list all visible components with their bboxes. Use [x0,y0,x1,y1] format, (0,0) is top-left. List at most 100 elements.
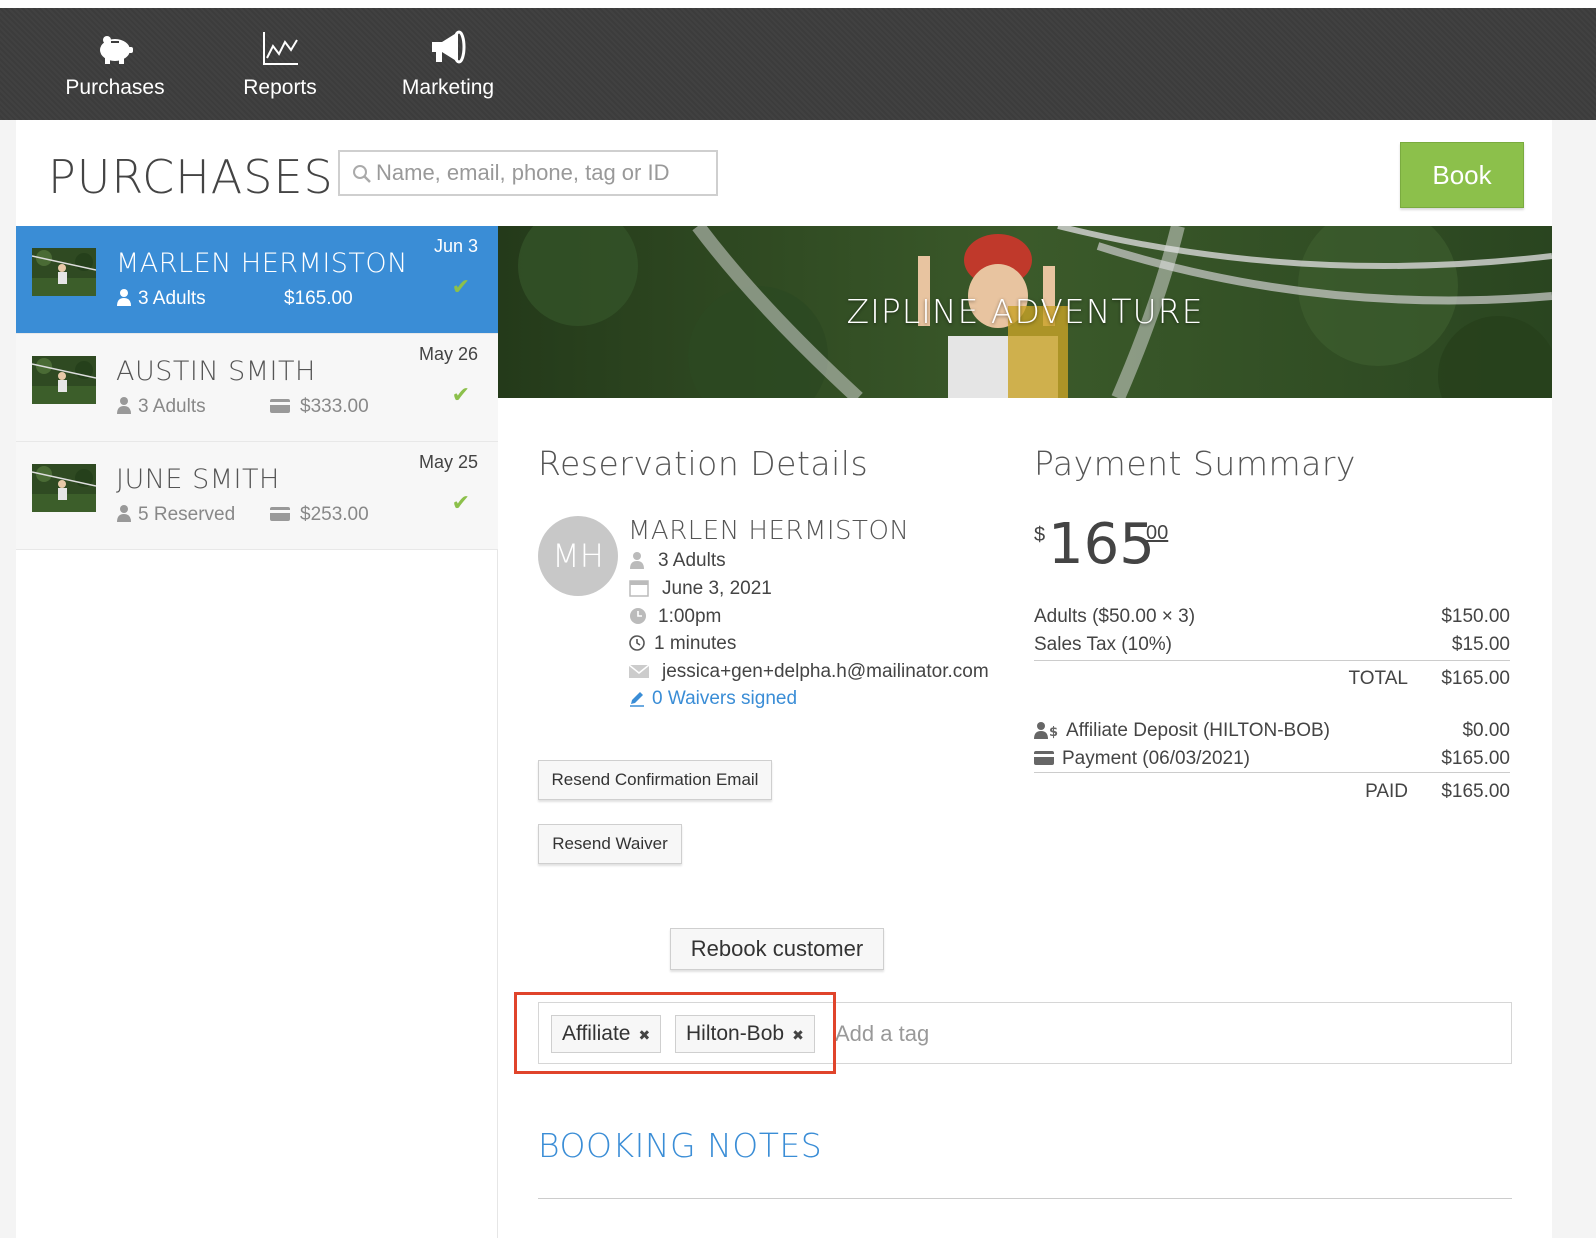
divider [1034,772,1510,773]
reservation-detail: ZIPLINE ADVENTURE Reservation Details MH… [498,226,1552,1238]
zipline-thumbnail-image [32,248,96,296]
tag-label: Affiliate [562,1022,631,1045]
payment-total-row: TOTAL $165.00 [1034,668,1510,692]
purchase-date: May 26 [418,344,478,364]
nav-item-marketing[interactable]: Marketing [396,26,500,110]
person-icon [117,397,131,414]
payment-line: Adults ($50.00 × 3) $150.00 [1034,606,1510,630]
search-input[interactable] [376,156,706,190]
waivers-link-text[interactable]: 0 Waivers signed [652,688,797,709]
piggy-bank-icon [100,36,133,64]
tag-label: Hilton-Bob [686,1022,785,1045]
guest-count: 3 Adults [116,396,206,418]
main-panel: PURCHASES Book MARLEN HERMISTON Jun 3 ✔ [16,120,1552,1238]
person-icon [630,552,644,569]
nav-item-purchases[interactable]: Purchases [60,26,170,110]
booking-notes-heading: BOOKING NOTES [538,1126,823,1165]
reservation-guests: 3 Adults [628,550,726,572]
tag-affiliate: Affiliate ✖ [551,1015,662,1053]
zipline-thumbnail-image [32,464,96,512]
paid-row: PAID $165.00 [1034,781,1510,805]
remove-tag-icon[interactable]: ✖ [792,1027,804,1043]
person-icon [117,505,131,522]
tag-hilton-bob: Hilton-Bob ✖ [675,1015,815,1053]
divider [1034,660,1510,661]
add-tag-input[interactable] [835,1017,1495,1051]
book-button[interactable]: Book [1400,142,1524,208]
purchase-date: May 25 [418,452,478,472]
reservation-duration: 1 minutes [628,633,736,655]
payment-line-value: $150.00 [1441,606,1510,627]
nav-item-reports[interactable]: Reports [230,26,330,110]
top-strip [0,0,1596,8]
affiliate-deposit-row: $ Affiliate Deposit (HILTON-BOB) $0.00 [1034,720,1510,744]
guest-count-text: 3 Adults [138,396,206,417]
search-icon [353,165,371,183]
reservation-date-text: June 3, 2021 [662,578,772,599]
clock-icon [630,608,646,624]
envelope-icon [628,664,650,678]
amount-cents: 00 [1146,522,1169,544]
pencil-icon [630,692,644,707]
currency-symbol: $ [1034,524,1046,546]
guest-count-text: 5 Reserved [138,504,236,525]
nav-label: Purchases [65,76,165,99]
reservation-duration-text: 1 minutes [654,633,737,654]
payment-value: $165.00 [1441,748,1510,769]
purchase-amount-text: $333.00 [300,396,369,417]
payment-line-label: Adults ($50.00 × 3) [1034,606,1196,627]
nav-label: Marketing [401,76,495,99]
affiliate-deposit-label: $ Affiliate Deposit (HILTON-BOB) [1034,720,1330,742]
guest-count: 5 Reserved [116,504,235,526]
payment-label: Payment (06/03/2021) [1034,748,1250,770]
payment-line: Sales Tax (10%) $15.00 [1034,634,1510,658]
top-navigation: Purchases Reports Marketing [0,8,1596,120]
total-value: $165.00 [1441,668,1510,689]
affiliate-deposit-text: Affiliate Deposit (HILTON-BOB) [1066,720,1330,741]
credit-card-icon [270,399,290,413]
list-item[interactable]: MARLEN HERMISTON Jun 3 ✔ 3 Adults $165.0… [16,226,498,334]
paid-label: PAID [1365,781,1408,802]
credit-card-icon [270,507,290,521]
calendar-icon [629,580,649,597]
checkmark-icon: ✔ [451,274,470,299]
guest-count-text: 3 Adults [138,288,206,309]
reservation-time: 1:00pm [628,606,721,628]
purchase-amount: $165.00 [284,288,353,309]
checkmark-icon: ✔ [451,490,470,515]
affiliate-deposit-value: $0.00 [1462,720,1510,741]
rebook-customer-button[interactable]: Rebook customer [670,928,884,970]
purchase-amount: $253.00 [270,504,369,526]
history-icon [629,635,645,651]
reservation-details-heading: Reservation Details [538,444,869,483]
reservation-time-text: 1:00pm [658,606,722,627]
payment-line-label: Sales Tax (10%) [1034,634,1172,655]
list-item[interactable]: AUSTIN SMITH May 26 ✔ 3 Adults $333.00 [16,334,498,442]
reservation-date: June 3, 2021 [628,578,772,600]
customer-name: MARLEN HERMISTON [116,248,408,279]
amount-whole: 165 [1048,512,1155,577]
customer-name: AUSTIN SMITH [116,356,316,387]
total-label: TOTAL [1348,668,1408,689]
payment-line-value: $15.00 [1451,634,1510,655]
payment-label-text: Payment (06/03/2021) [1062,748,1251,769]
purchase-amount-text: $253.00 [300,504,369,525]
purchase-amount: $333.00 [270,396,369,418]
checkmark-icon: ✔ [451,382,470,407]
remove-tag-icon[interactable]: ✖ [639,1027,651,1043]
purchase-list: MARLEN HERMISTON Jun 3 ✔ 3 Adults $165.0… [16,226,498,1238]
search-box [338,150,718,196]
activity-banner: ZIPLINE ADVENTURE [498,226,1552,398]
payment-row: Payment (06/03/2021) $165.00 [1034,748,1510,772]
svg-text:$: $ [1049,725,1058,739]
line-chart-icon [263,32,298,65]
reservation-customer-name: MARLEN HERMISTON [628,516,910,546]
waivers-link[interactable]: 0 Waivers signed [628,688,797,710]
divider [538,1198,1512,1199]
resend-confirmation-email-button[interactable]: Resend Confirmation Email [538,760,772,800]
resend-waiver-button[interactable]: Resend Waiver [538,824,682,864]
purchase-date: Jun 3 [433,236,478,256]
customer-name: JUNE SMITH [116,464,280,495]
paid-value: $165.00 [1441,781,1510,802]
list-item[interactable]: JUNE SMITH May 25 ✔ 5 Reserved $253.00 [16,442,498,550]
